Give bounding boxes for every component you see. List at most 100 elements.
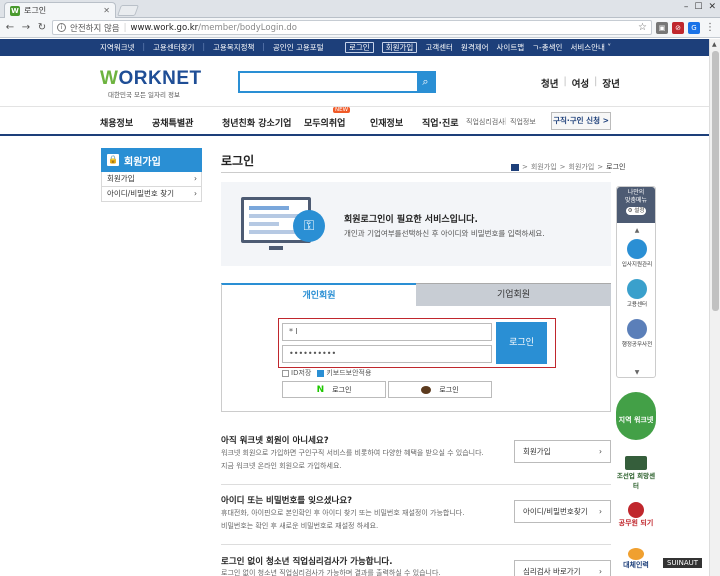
util-link-policy[interactable]: 고용복지정책 [213,42,254,53]
util-login-button[interactable]: 로그인 [345,42,374,53]
kakao-icon [421,385,432,394]
join-button[interactable]: 회원가입 › [514,440,611,463]
worknet-favicon-icon: W [10,5,20,16]
util-link-remote[interactable]: 원격제어 [461,42,489,53]
help-heading-test: 로그인 없이 청소년 직업심리검사가 가능합니다. [221,557,393,567]
help-text-join: 워크넷 회원으로 가입하면 구인구직 서비스를 비롯하여 다양한 혜택을 받으실… [221,449,484,470]
adblock-icon[interactable]: ⊘ [672,21,684,34]
nav-jobs[interactable]: 채용정보 [100,116,133,129]
help-heading-join: 아직 워크넷 회원이 아니세요? [221,436,329,446]
worknet-logo[interactable]: WORKNET 대한민국 모든 일자리 정보 [100,68,202,99]
local-worknet-badge[interactable]: 지역 워크넷 [616,392,656,440]
browser-tab[interactable]: W 로그인 ✕ [4,2,116,18]
home-icon[interactable] [511,163,519,171]
info-icon[interactable]: i [57,23,66,32]
nav-public-recruit[interactable]: 공채특별관 [152,116,193,129]
quick-item-applications[interactable]: 입사지원관리 [620,239,654,268]
search-person-icon [627,279,647,299]
nav-everyone-jobs[interactable]: 모두의취업 [304,116,345,129]
quick-menu: 나만의 맞춤메뉴 ⚙ 설정 ▲ 입사지원관리 고용센터 행정공무사전 ▼ [616,186,656,378]
quick-settings-button[interactable]: ⚙ 설정 [625,207,647,215]
tab-close-icon[interactable]: ✕ [103,6,110,15]
nav-psych-test[interactable]: 직업심리검사 [466,117,505,127]
shipbuilding-center-badge[interactable]: 조선업 희망센터 [616,456,656,490]
substitute-staff-badge[interactable]: 대체인력 [616,548,656,570]
civil-servant-badge[interactable]: 공무원 되기 [616,502,656,528]
reload-icon[interactable]: ↻ [36,22,48,33]
close-window-icon[interactable]: ✕ [708,2,716,12]
site-header: WORKNET 대한민국 모든 일자리 정보 ⌕ 청년 | 여성 | 장년 [0,56,720,106]
target-women[interactable]: 여성 [572,76,589,90]
window-controls: – ☐ ✕ [684,2,716,12]
password-input[interactable]: •••••••••• [282,345,492,363]
naver-icon: N [316,384,325,395]
search-box: ⌕ [238,71,436,93]
kakao-login-button[interactable]: 로그인 [388,381,492,398]
util-link-sitemap[interactable]: 사이트맵 [497,42,525,53]
scrollbar-thumb[interactable] [712,51,719,311]
nav-career[interactable]: 직업·진로 [422,116,459,129]
util-link-customer[interactable]: 고객센터 [425,42,453,53]
id-input[interactable]: * l [282,323,492,341]
chevron-right-icon: › [194,189,197,198]
menu-dots-icon[interactable]: ⋮ [704,22,716,33]
sidebar-item-find-account[interactable]: 아이디/비밀번호 찾기 › [101,187,202,202]
search-input[interactable] [240,73,417,91]
nav-small-giants[interactable]: 청년친화 강소기업 [222,116,291,129]
nav-job-info[interactable]: 직업정보 [510,117,536,127]
watermark: SUINAUT [663,558,703,568]
keyboard-security-checkbox[interactable]: 키보드보안적용 [317,368,371,378]
back-icon[interactable]: ← [4,22,16,33]
address-bar[interactable]: i 안전하지 않음 | www.work.go.kr/member/bodyLo… [52,20,652,35]
page-title: 로그인 [221,154,255,168]
util-link-service[interactable]: 서비스안내 ˅ [570,42,611,53]
extension-icon[interactable]: ▣ [656,21,668,34]
forward-icon[interactable]: → [20,22,32,33]
search-icon[interactable]: ⌕ [417,73,434,91]
chevron-right-icon: › [599,567,602,576]
tab-company[interactable]: 기업회원 [416,283,611,306]
util-link-center-find[interactable]: 고용센터찾기 [153,42,194,53]
book-icon [627,319,647,339]
login-button[interactable]: 로그인 [496,322,547,364]
job-apply-button[interactable]: 구직·구인 신청 > [551,112,611,130]
util-link-local-worknet[interactable]: 지역워크넷 [100,42,135,53]
nav-talent[interactable]: 인재정보 [370,116,403,129]
member-type-tabs: 개인회원 기업회원 [221,283,611,306]
psych-test-button[interactable]: 심리검사 바로가기 › [514,560,611,576]
new-tab-button[interactable] [116,5,140,16]
padlock-icon: ⚿ [293,210,325,242]
chevron-right-icon: › [599,507,602,516]
new-badge: NEW [333,107,351,113]
naver-login-button[interactable]: N 로그인 [282,381,386,398]
browser-toolbar: ← → ↻ i 안전하지 않음 | www.work.go.kr/member/… [0,18,720,38]
help-heading-find: 아이디 또는 비밀번호를 잊으셨나요? [221,496,353,506]
target-links: 청년 | 여성 | 장년 [541,76,620,90]
intro-text: 개인과 기업여부를선택하신 후 아이디와 비밀번호를 입력하세요. [344,229,545,238]
quick-up-arrow-icon[interactable]: ▲ [617,227,657,235]
bookmark-star-icon[interactable]: ☆ [638,22,647,33]
sidebar-title: 🔒 회원가입 [101,148,202,172]
scroll-up-icon[interactable]: ▲ [712,41,717,48]
util-join-button[interactable]: 회원가입 [381,42,418,53]
quick-item-dictionary[interactable]: 행정공무사전 [620,319,654,348]
tab-title: 로그인 [24,6,47,15]
quick-down-arrow-icon[interactable]: ▼ [617,369,657,377]
target-senior[interactable]: 장년 [602,76,619,90]
url-path: /member/bodyLogin.do [198,22,298,33]
page-scrollbar[interactable]: ▲ [709,39,720,576]
util-link-index[interactable]: ㄱ-총색인 [532,42,562,53]
quick-item-center[interactable]: 고용센터 [620,279,654,308]
ship-icon [625,456,647,470]
sidebar-item-join[interactable]: 회원가입 › [101,172,202,187]
chevron-right-icon: › [599,447,602,456]
tab-personal[interactable]: 개인회원 [221,283,416,306]
maximize-icon[interactable]: ☐ [694,2,702,12]
util-link-portal[interactable]: 공인인 고용포털 [273,42,324,53]
translate-icon[interactable]: G [688,21,700,34]
save-id-checkbox[interactable]: ID저장 [282,368,311,378]
target-youth[interactable]: 청년 [541,76,558,90]
minimize-icon[interactable]: – [684,2,689,12]
find-account-button[interactable]: 아이디/비밀번호찾기 › [514,500,611,523]
intro-heading: 회원로그인이 필요한 서비스입니다. [344,215,478,225]
